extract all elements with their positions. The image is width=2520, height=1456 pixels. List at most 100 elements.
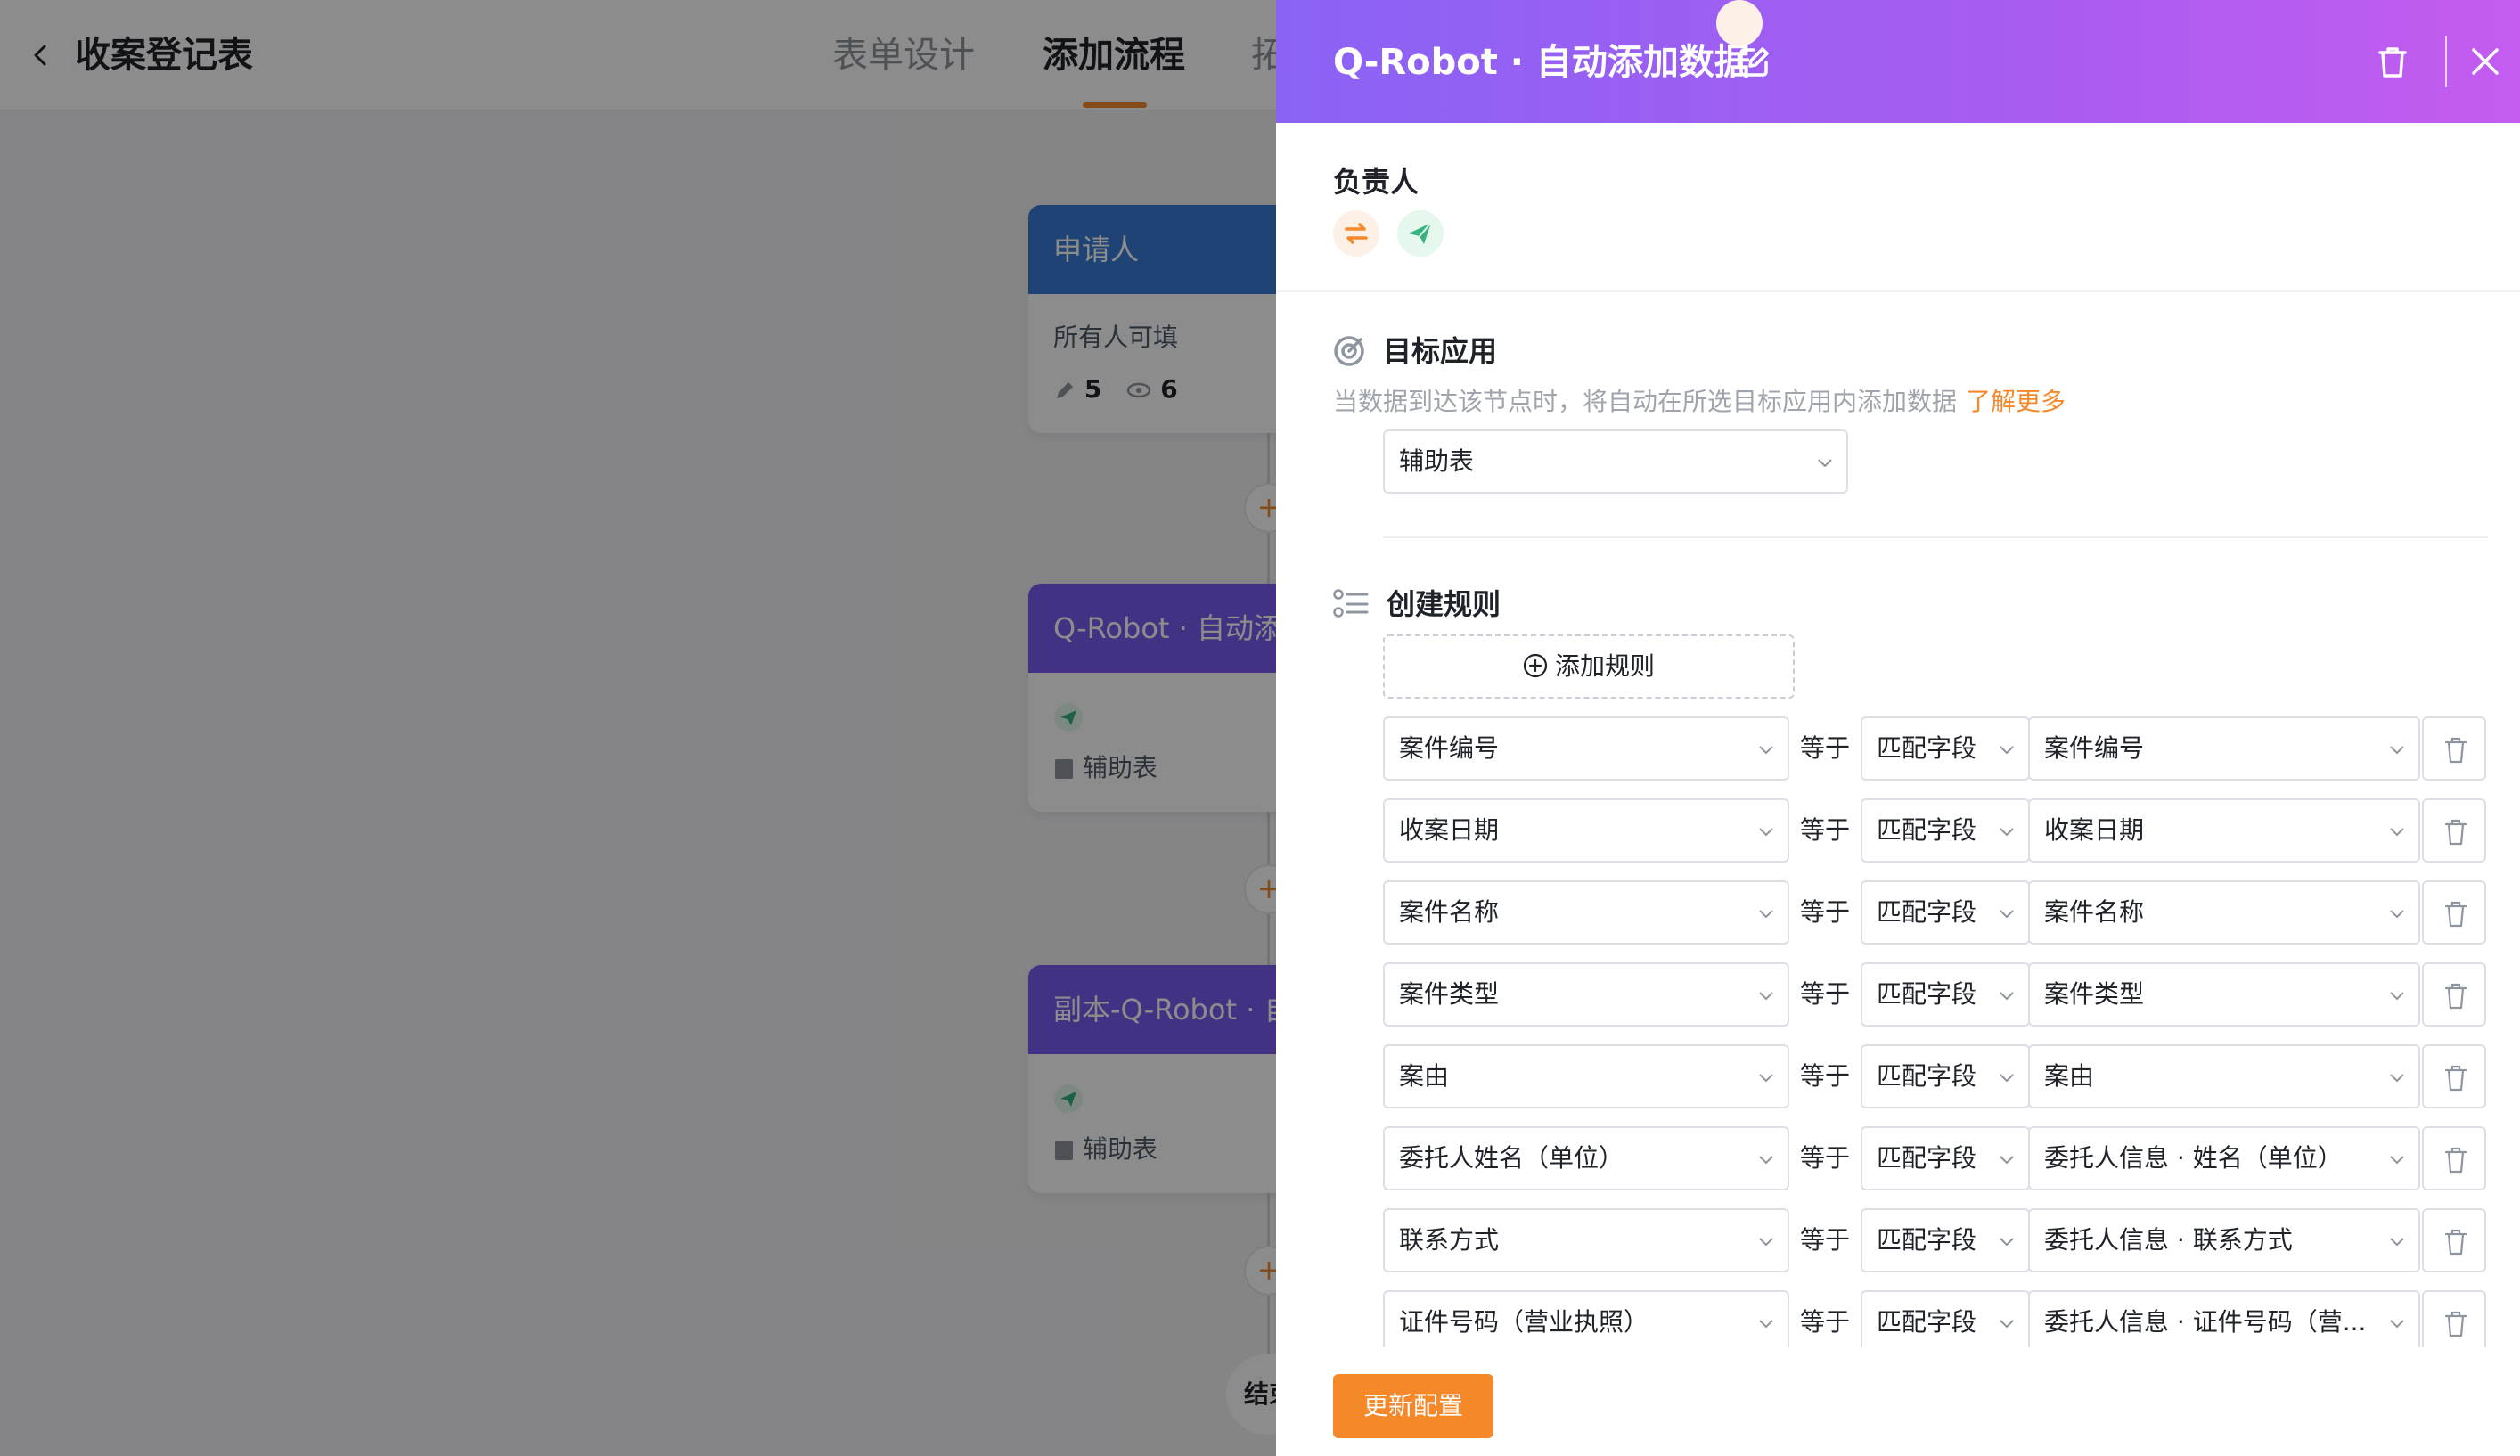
match-mode-select[interactable]: 匹配字段 [1861,716,2030,781]
target-field-value: 联系方式 [1399,1225,1500,1255]
trash-icon [2444,901,2467,928]
source-field-select[interactable]: 案件名称 [2028,880,2420,945]
chevron-down-icon [1759,828,1773,837]
delete-rule-button[interactable] [2422,1044,2486,1108]
rule-row: 案由 等于 匹配字段 案由 [1383,1044,2488,1108]
chevron-down-icon [2390,992,2404,1001]
delete-rule-button[interactable] [2422,1126,2486,1190]
rule-row: 委托人姓名（单位） 等于 匹配字段 委托人信息 · 姓名（单位） [1383,1126,2488,1190]
source-field-select[interactable]: 案由 [2028,1044,2420,1108]
chevron-down-icon [2000,1156,2014,1165]
chevron-down-icon [2390,1238,2404,1247]
match-mode-select[interactable]: 匹配字段 [1861,1290,2030,1354]
chevron-down-icon [1818,459,1832,468]
source-field-select[interactable]: 委托人信息 · 证件号码（营... [2028,1290,2420,1354]
equals-label: 等于 [1799,897,1850,927]
source-field-value: 委托人信息 · 姓名（单位） [2044,1143,2343,1173]
source-field-value: 收案日期 [2044,815,2145,845]
match-mode-value: 匹配字段 [1877,1061,1977,1091]
delete-rule-button[interactable] [2422,1208,2486,1272]
target-app-select[interactable]: 辅助表 [1383,429,1848,494]
target-field-select[interactable]: 案件名称 [1383,880,1789,945]
target-field-select[interactable]: 案由 [1383,1044,1789,1108]
equals-label: 等于 [1799,733,1850,763]
chevron-down-icon [2000,828,2014,837]
chevron-down-icon [2000,1238,2014,1247]
target-icon [1334,336,1364,366]
match-mode-value: 匹配字段 [1877,1143,1977,1173]
match-mode-value: 匹配字段 [1877,733,1977,763]
target-field-select[interactable]: 案件编号 [1383,716,1789,781]
match-mode-value: 匹配字段 [1877,1307,1977,1337]
header-divider [2445,36,2447,87]
match-mode-select[interactable]: 匹配字段 [1861,1208,2030,1272]
delete-node-icon[interactable] [2376,45,2410,80]
target-field-select[interactable]: 案件类型 [1383,962,1789,1027]
target-field-value: 收案日期 [1399,815,1500,845]
source-field-value: 案件编号 [2044,733,2145,763]
source-field-select[interactable]: 委托人信息 · 姓名（单位） [2028,1126,2420,1190]
drawer-header: Q-Robot · 自动添加数据 [1276,0,2520,123]
equals-label: 等于 [1799,1143,1850,1173]
match-mode-select[interactable]: 匹配字段 [1861,962,2030,1027]
rule-row: 证件号码（营业执照） 等于 匹配字段 委托人信息 · 证件号码（营... [1383,1290,2488,1354]
target-field-value: 案由 [1399,1061,1450,1091]
delete-rule-button[interactable] [2422,798,2486,863]
match-mode-value: 匹配字段 [1877,897,1977,927]
target-field-value: 证件号码（营业执照） [1399,1307,1649,1337]
trash-icon [2444,1311,2467,1337]
chevron-down-icon [2390,1074,2404,1083]
source-field-value: 案件名称 [2044,897,2145,927]
source-field-select[interactable]: 委托人信息 · 联系方式 [2028,1208,2420,1272]
match-mode-select[interactable]: 匹配字段 [1861,798,2030,863]
rule-row: 收案日期 等于 匹配字段 收案日期 [1383,798,2488,863]
target-field-select[interactable]: 证件号码（营业执照） [1383,1290,1789,1354]
rule-row: 联系方式 等于 匹配字段 委托人信息 · 联系方式 [1383,1208,2488,1272]
trash-icon [2444,819,2467,846]
trash-icon [2444,737,2467,764]
rules-list-icon [1333,589,1369,618]
unused [1716,0,1763,46]
target-app-label: 目标应用 [1383,334,1498,368]
chevron-down-icon [2000,910,2014,919]
source-field-value: 委托人信息 · 证件号码（营... [2044,1307,2367,1337]
chevron-down-icon [2000,992,2014,1001]
delete-rule-button[interactable] [2422,962,2486,1027]
equals-label: 等于 [1799,1061,1850,1091]
delete-rule-button[interactable] [2422,716,2486,781]
paper-plane-icon[interactable] [1397,210,1444,257]
target-field-select[interactable]: 收案日期 [1383,798,1789,863]
chevron-down-icon [2390,828,2404,837]
target-field-select[interactable]: 委托人姓名（单位） [1383,1126,1789,1190]
delete-rule-button[interactable] [2422,1290,2486,1354]
match-mode-select[interactable]: 匹配字段 [1861,1044,2030,1108]
add-rule-button[interactable]: 添加规则 [1383,634,1795,699]
drawer-title: Q-Robot · 自动添加数据 [1333,42,1750,83]
delete-rule-button[interactable] [2422,880,2486,945]
chevron-down-icon [2390,1320,2404,1329]
source-field-value: 委托人信息 · 联系方式 [2044,1225,2293,1255]
chevron-down-icon [2000,1074,2014,1083]
trash-icon [2444,1065,2467,1092]
match-mode-value: 匹配字段 [1877,815,1977,845]
learn-more-link[interactable]: 了解更多 [1966,387,2066,416]
equals-label: 等于 [1799,815,1850,845]
update-config-button[interactable]: 更新配置 [1333,1374,1493,1438]
robot-config-drawer: Q-Robot · 自动添加数据 负责人 目标应用 当数据到达该节点时，将自动在… [1276,0,2520,1456]
close-icon[interactable] [2470,46,2500,77]
chevron-down-icon [1759,1156,1773,1165]
target-field-value: 案件编号 [1399,733,1500,763]
target-app-hint: 当数据到达该节点时，将自动在所选目标应用内添加数据 了解更多 [1333,387,2066,416]
source-field-select[interactable]: 收案日期 [2028,798,2420,863]
match-mode-select[interactable]: 匹配字段 [1861,880,2030,945]
match-mode-select[interactable]: 匹配字段 [1861,1126,2030,1190]
match-mode-value: 匹配字段 [1877,979,1977,1009]
swap-icon[interactable] [1333,210,1379,257]
source-field-select[interactable]: 案件类型 [2028,962,2420,1027]
match-mode-value: 匹配字段 [1877,1225,1977,1255]
source-field-select[interactable]: 案件编号 [2028,716,2420,781]
edit-title-icon[interactable] [1736,45,1771,80]
chevron-down-icon [1759,992,1773,1001]
target-field-select[interactable]: 联系方式 [1383,1208,1789,1272]
section-divider [1383,536,2488,538]
